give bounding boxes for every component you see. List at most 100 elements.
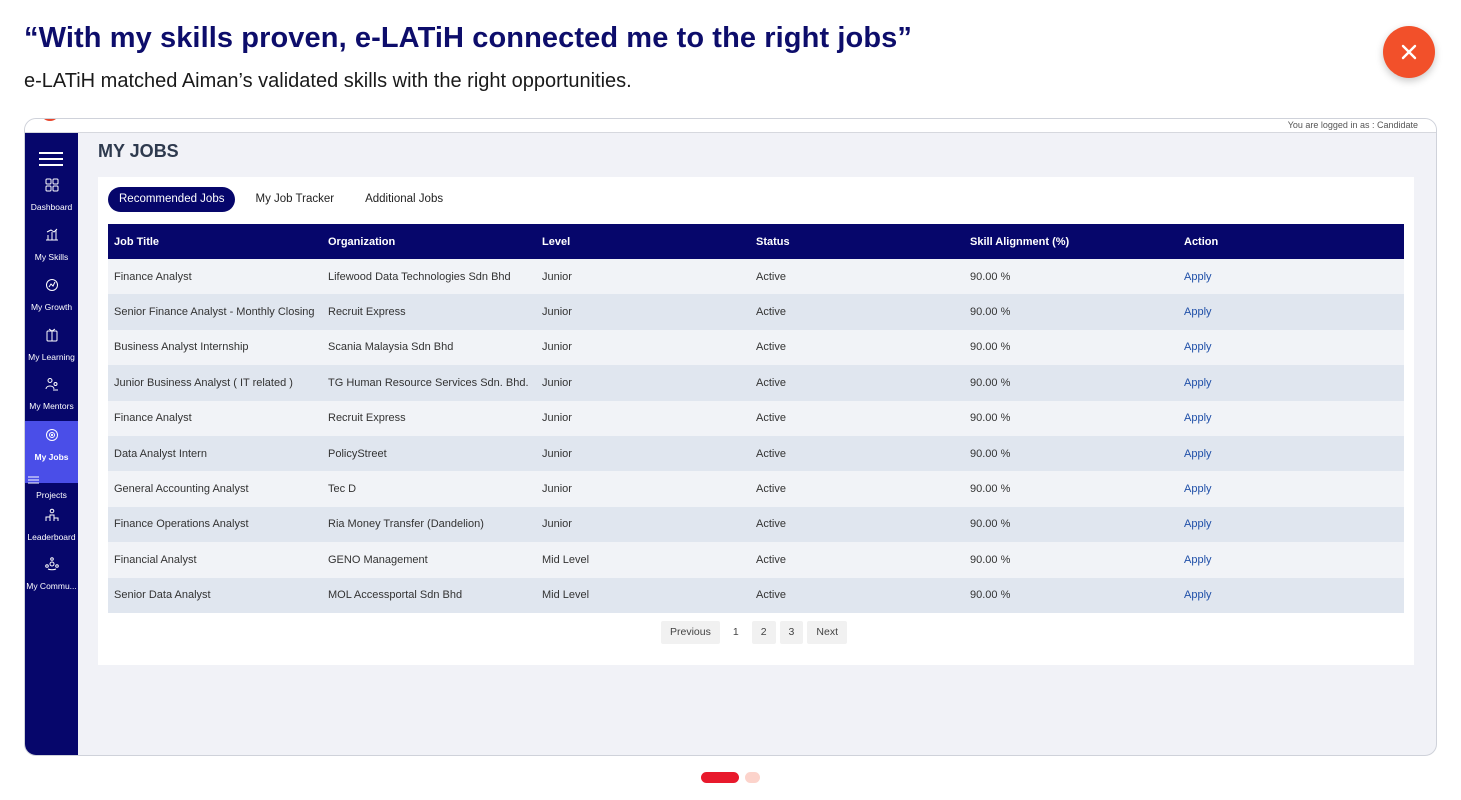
sidebar-item-label: My Mentors: [29, 401, 74, 411]
job-title-cell: Senior Data Analyst: [114, 589, 211, 602]
skill-alignment-cell: 90.00 %: [970, 589, 1011, 602]
sidebar-item-label: My Learning: [28, 352, 75, 362]
sidebar-item-my-community[interactable]: My Commu...: [25, 557, 78, 591]
sidebar-item-leaderboard[interactable]: Leaderboard: [25, 508, 78, 542]
tab-additional-jobs[interactable]: Additional Jobs: [354, 187, 454, 212]
job-title-cell: Junior Business Analyst ( IT related ): [114, 376, 293, 389]
column-header: Status: [756, 235, 790, 248]
subline: e-LATiH matched Aiman’s validated skills…: [24, 70, 632, 92]
action-cell: Apply: [1178, 578, 1404, 613]
column-header: Organization: [328, 235, 396, 248]
organization-cell: GENO Management: [328, 553, 428, 566]
sidebar: Dashboard My Skills My Growth My Learnin…: [25, 133, 78, 755]
growth-icon: [45, 279, 58, 291]
job-title-cell: Finance Operations Analyst: [114, 518, 249, 531]
community-icon: [44, 557, 59, 571]
table-row: Financial Analyst GENO Management Mid Le…: [108, 542, 1404, 578]
status-cell: Active: [756, 589, 786, 602]
apply-link[interactable]: Apply: [1184, 377, 1212, 389]
apply-link[interactable]: Apply: [1184, 518, 1212, 530]
job-title-cell: Financial Analyst: [114, 553, 197, 566]
sidebar-item-dashboard[interactable]: Dashboard: [25, 178, 78, 212]
status-cell: Active: [756, 412, 786, 425]
apply-link[interactable]: Apply: [1184, 341, 1212, 353]
sidebar-item-my-growth[interactable]: My Growth: [25, 278, 78, 312]
apply-link[interactable]: Apply: [1184, 448, 1212, 460]
action-cell: Apply: [1178, 507, 1404, 542]
apply-link[interactable]: Apply: [1184, 271, 1212, 283]
status-cell: Active: [756, 306, 786, 319]
apply-link[interactable]: Apply: [1184, 412, 1212, 424]
sidebar-item-my-mentors[interactable]: My Mentors: [25, 377, 78, 411]
projects-icon: [28, 476, 39, 484]
next-page-button[interactable]: Next: [807, 621, 847, 644]
skill-alignment-cell: 90.00 %: [970, 341, 1011, 354]
table-row: Finance Analyst Lifewood Data Technologi…: [108, 259, 1404, 295]
table-row: Business Analyst Internship Scania Malay…: [108, 329, 1404, 366]
action-cell: Apply: [1178, 542, 1404, 577]
action-cell: Apply: [1178, 365, 1404, 400]
page-3-button[interactable]: 3: [779, 621, 804, 644]
logo-fragment: [40, 119, 60, 121]
organization-cell: Lifewood Data Technologies Sdn Bhd: [328, 270, 511, 283]
skill-alignment-cell: 90.00 %: [970, 553, 1011, 566]
sidebar-item-label: Leaderboard: [27, 532, 76, 542]
level-cell: Junior: [542, 447, 572, 460]
organization-cell: MOL Accessportal Sdn Bhd: [328, 589, 463, 602]
skill-alignment-cell: 90.00 %: [970, 518, 1011, 531]
headline: “With my skills proven, e-LATiH connecte…: [24, 22, 912, 54]
apply-link[interactable]: Apply: [1184, 554, 1212, 566]
apply-link[interactable]: Apply: [1184, 306, 1212, 318]
organization-cell: PolicyStreet: [328, 447, 387, 460]
apply-link[interactable]: Apply: [1184, 589, 1212, 601]
sidebar-item-label: Dashboard: [30, 202, 73, 212]
organization-cell: Recruit Express: [328, 412, 406, 425]
carousel-dot[interactable]: [745, 772, 760, 783]
job-title-cell: Senior Finance Analyst - Monthly Closing: [114, 306, 315, 319]
grid-icon: [45, 178, 58, 192]
page-1-button[interactable]: 1: [723, 621, 748, 644]
job-title-cell: Business Analyst Internship: [114, 341, 249, 354]
apply-link[interactable]: Apply: [1184, 483, 1212, 495]
sidebar-item-my-skills[interactable]: My Skills: [25, 228, 78, 262]
skill-alignment-cell: 90.00 %: [970, 483, 1011, 496]
job-title-cell: Finance Analyst: [114, 412, 192, 425]
action-cell: Apply: [1178, 471, 1404, 506]
logged-in-label: You are logged in as : Candidate: [1287, 120, 1418, 130]
level-cell: Junior: [542, 483, 572, 496]
organization-cell: Recruit Express: [328, 306, 406, 319]
status-cell: Active: [756, 376, 786, 389]
page-2-button[interactable]: 2: [751, 621, 776, 644]
page-title: MY JOBS: [98, 141, 179, 161]
app-screenshot-frame: You are logged in as : Candidate Dashboa…: [24, 118, 1437, 756]
job-title-cell: General Accounting Analyst: [114, 483, 249, 496]
column-header: Action: [1184, 235, 1219, 248]
mentors-icon: [45, 378, 58, 391]
table-row: General Accounting Analyst Tec D Junior …: [108, 471, 1404, 507]
skill-alignment-cell: 90.00 %: [970, 270, 1011, 283]
close-button[interactable]: [1383, 26, 1435, 78]
sidebar-item-label: My Growth: [30, 302, 73, 312]
column-header: Level: [542, 235, 571, 248]
status-cell: Active: [756, 518, 786, 531]
job-title-cell: Finance Analyst: [114, 270, 192, 283]
skill-alignment-cell: 90.00 %: [970, 306, 1011, 319]
skills-icon: [45, 228, 58, 241]
carousel-dot-active[interactable]: [701, 772, 739, 783]
target-icon: [45, 429, 58, 441]
menu-icon[interactable]: [39, 152, 63, 166]
previous-page-button[interactable]: Previous: [661, 621, 720, 644]
action-cell: Apply: [1178, 294, 1404, 329]
organization-cell: Ria Money Transfer (Dandelion): [328, 518, 484, 531]
tab-recommended-jobs[interactable]: Recommended Jobs: [108, 187, 236, 212]
status-cell: Active: [756, 341, 786, 354]
sidebar-item-my-learning[interactable]: My Learning: [25, 328, 78, 362]
sidebar-item-projects[interactable]: Projects: [25, 474, 78, 500]
skill-alignment-cell: 90.00 %: [970, 376, 1011, 389]
level-cell: Mid Level: [542, 553, 590, 566]
table-row: Senior Finance Analyst - Monthly Closing…: [108, 294, 1404, 330]
jobs-table: Job Title Organization Level Status Skil…: [108, 224, 1404, 613]
action-cell: Apply: [1178, 401, 1404, 436]
tab-my-job-tracker[interactable]: My Job Tracker: [244, 187, 345, 212]
action-cell: Apply: [1178, 436, 1404, 471]
